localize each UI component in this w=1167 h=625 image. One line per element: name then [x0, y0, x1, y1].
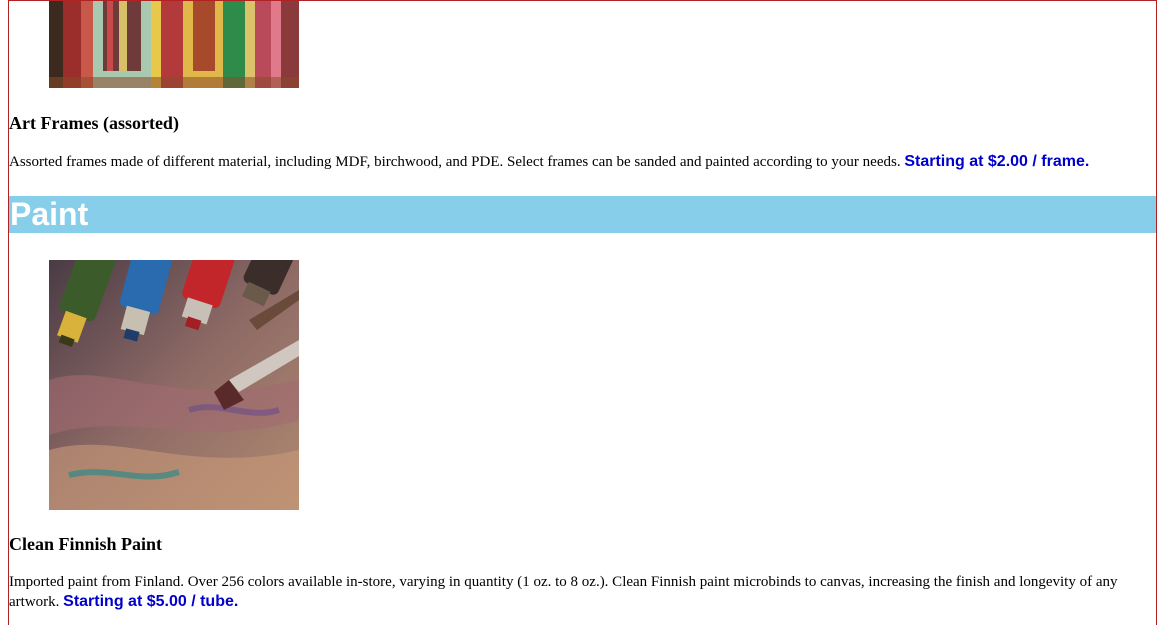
description-text: Assorted frames made of different materi…: [9, 154, 901, 170]
art-frames-image: [49, 1, 299, 88]
product-description: Imported paint from Finland. Over 256 co…: [9, 573, 1154, 612]
product-price: Starting at $2.00 / frame.: [904, 153, 1090, 170]
product-title: Clean Finnish Paint: [9, 534, 163, 554]
section-title: Paint: [10, 196, 89, 232]
paint-image: [49, 260, 299, 510]
section-banner: Paint: [9, 196, 1156, 233]
product-title: Art Frames (assorted): [9, 113, 179, 133]
product-description: Assorted frames made of different materi…: [9, 152, 1154, 172]
product-price: Starting at $5.00 / tube.: [63, 593, 239, 610]
page-content: Art Frames (assorted) Assorted frames ma…: [8, 0, 1157, 625]
